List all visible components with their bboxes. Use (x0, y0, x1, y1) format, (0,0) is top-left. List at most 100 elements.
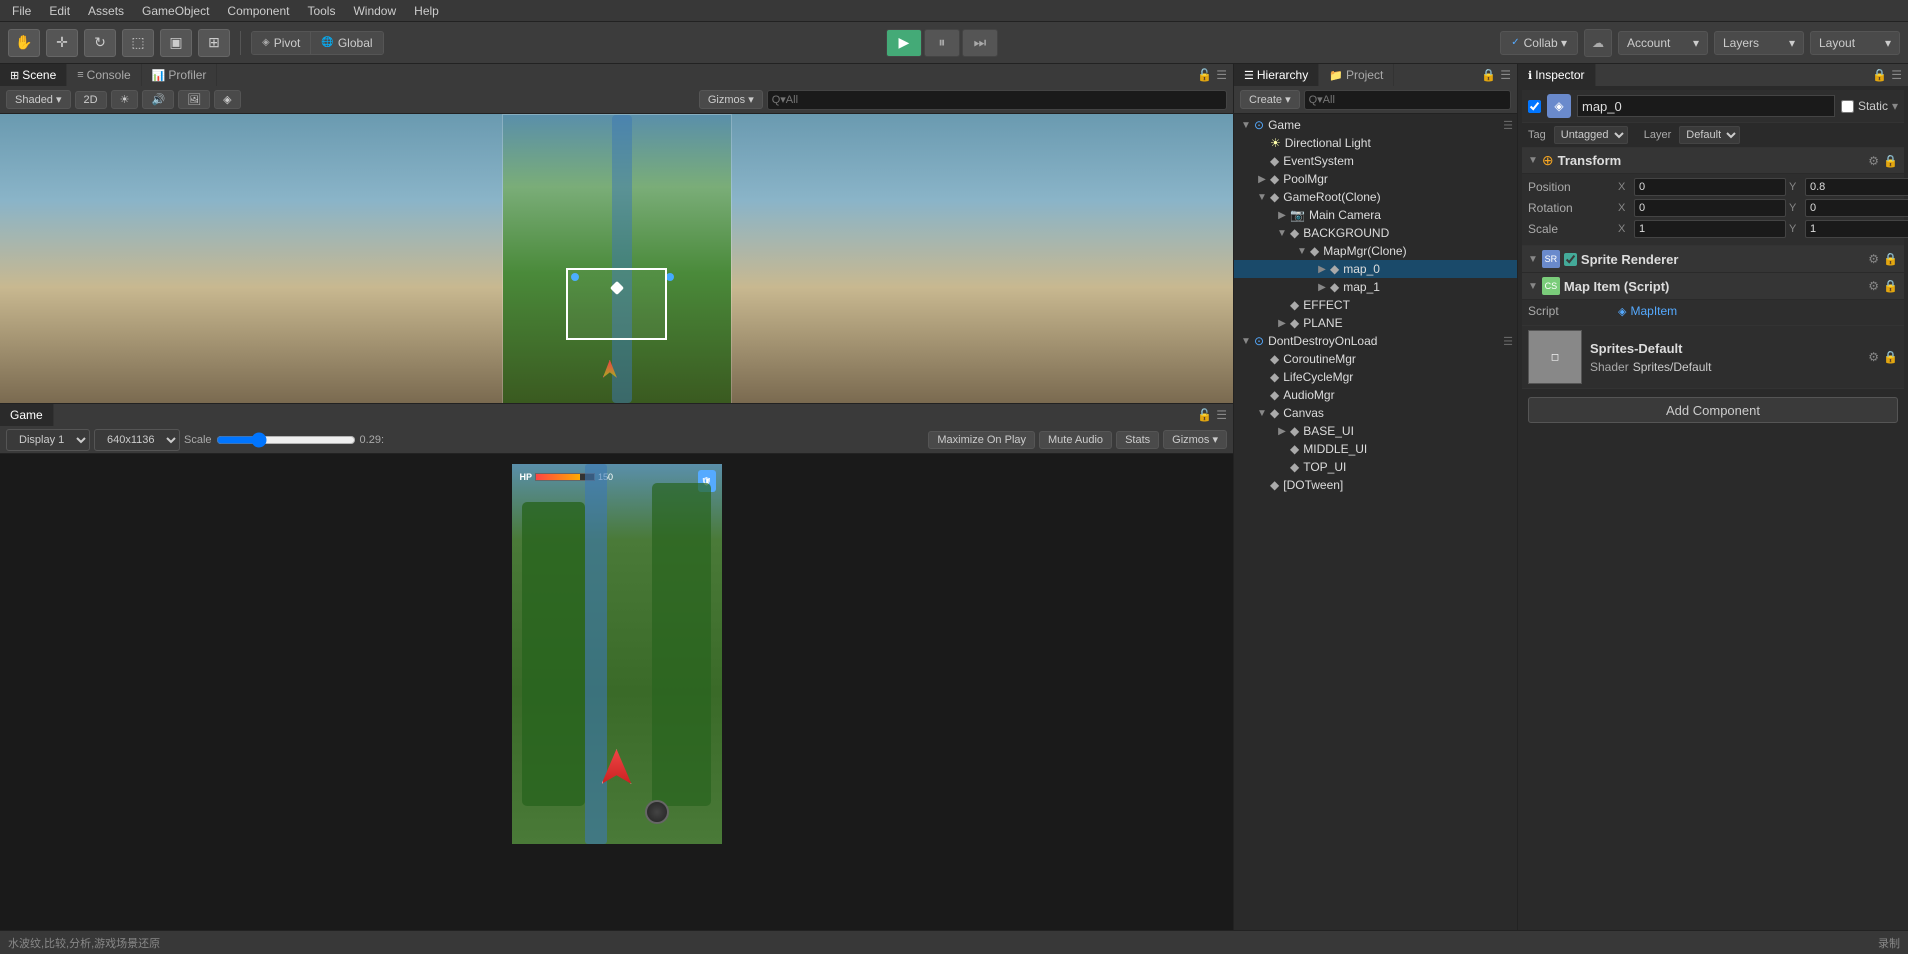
collab-button[interactable]: ✓ Collab ▾ (1500, 31, 1578, 55)
scene-menu-icon[interactable]: ☰ (1216, 68, 1227, 82)
create-btn[interactable]: Create ▾ (1240, 90, 1300, 109)
global-btn[interactable]: 🌐 Global (311, 32, 382, 54)
tab-inspector[interactable]: ℹ Inspector (1518, 64, 1596, 86)
account-dropdown[interactable]: Account ▾ (1618, 31, 1708, 55)
transform-tool[interactable]: ⊞ (198, 29, 230, 57)
arrow-poolmgr[interactable]: ▶ (1254, 174, 1270, 185)
map-item-settings-icon[interactable]: ⚙ (1868, 279, 1879, 293)
scene-search[interactable] (767, 90, 1227, 110)
menu-component[interactable]: Component (219, 2, 297, 20)
arrow-background[interactable]: ▼ (1274, 228, 1290, 239)
pivot-btn[interactable]: ◈ Pivot (252, 32, 311, 54)
scene-extra-btn[interactable]: ◈ (214, 90, 240, 109)
hierarchy-item-lifecyclemgr[interactable]: ◆ LifeCycleMgr (1234, 368, 1517, 386)
hierarchy-search[interactable] (1304, 90, 1511, 110)
gizmos-dropdown[interactable]: Gizmos ▾ (699, 90, 763, 109)
tab-scene[interactable]: ⊞ Scene (0, 64, 67, 86)
2d-button[interactable]: 2D (75, 91, 107, 109)
object-active-checkbox[interactable] (1528, 100, 1541, 113)
move-tool[interactable]: ✛ (46, 29, 78, 57)
stats-btn[interactable]: Stats (1116, 431, 1159, 449)
pause-button[interactable]: ⏸ (924, 29, 960, 57)
display-select[interactable]: Display 1 (6, 429, 90, 451)
hierarchy-item-canvas[interactable]: ▼ ◆ Canvas (1234, 404, 1517, 422)
sprite-renderer-header[interactable]: ▼ SR Sprite Renderer ⚙ 🔒 (1522, 246, 1904, 273)
add-component-button[interactable]: Add Component (1528, 397, 1898, 423)
hierarchy-item-top-ui[interactable]: ◆ TOP_UI (1234, 458, 1517, 476)
hierarchy-item-directional-light[interactable]: ☀ Directional Light (1234, 134, 1517, 152)
arrow-plane[interactable]: ▶ (1274, 318, 1290, 329)
resolution-select[interactable]: 640x1136 (94, 429, 180, 451)
transform-settings-icon[interactable]: ⚙ (1868, 154, 1879, 168)
scale-x-input[interactable] (1634, 220, 1786, 238)
scale-tool[interactable]: ⬚ (122, 29, 154, 57)
transform-header[interactable]: ▼ ⊕ Transform ⚙ 🔒 (1522, 148, 1904, 174)
tag-select[interactable]: Untagged (1554, 126, 1628, 144)
hierarchy-item-map1[interactable]: ▶ ◆ map_1 (1234, 278, 1517, 296)
arrow-dontdestroy[interactable]: ▼ (1238, 336, 1254, 347)
layout-dropdown[interactable]: Layout ▾ (1810, 31, 1900, 55)
arrow-game[interactable]: ▼ (1238, 120, 1254, 131)
hierarchy-item-maincamera[interactable]: ▶ 📷 Main Camera (1234, 206, 1517, 224)
script-ref-value[interactable]: MapItem (1630, 304, 1677, 318)
menu-assets[interactable]: Assets (80, 2, 132, 20)
tab-console[interactable]: ≡ Console (67, 64, 141, 86)
static-dropdown-arrow[interactable]: ▾ (1892, 99, 1898, 113)
hierarchy-item-eventsystem[interactable]: ◆ EventSystem (1234, 152, 1517, 170)
hierarchy-item-gameroot[interactable]: ▼ ◆ GameRoot(Clone) (1234, 188, 1517, 206)
rect-tool[interactable]: ▣ (160, 29, 192, 57)
hierarchy-item-dontdestroy[interactable]: ▼ ⊙ DontDestroyOnLoad ☰ (1234, 332, 1517, 350)
maximize-on-play[interactable]: Maximize On Play (928, 431, 1035, 449)
rot-x-input[interactable] (1634, 199, 1786, 217)
arrow-maincamera[interactable]: ▶ (1274, 210, 1290, 221)
scene-fx-btn[interactable]: 🖼 (178, 90, 210, 109)
tab-hierarchy[interactable]: ☰ Hierarchy (1234, 64, 1319, 86)
arrow-map1[interactable]: ▶ (1314, 282, 1330, 293)
tab-project[interactable]: 📁 Project (1319, 64, 1394, 86)
hierarchy-item-map0[interactable]: ▶ ◆ map_0 (1234, 260, 1517, 278)
scene-lights-btn[interactable]: ☀ (111, 90, 139, 109)
hierarchy-item-effect[interactable]: ◆ EFFECT (1234, 296, 1517, 314)
hierarchy-item-mapmgr[interactable]: ▼ ◆ MapMgr(Clone) (1234, 242, 1517, 260)
rot-y-input[interactable] (1805, 199, 1908, 217)
hierarchy-item-audiomgr[interactable]: ◆ AudioMgr (1234, 386, 1517, 404)
tab-profiler[interactable]: 📊 Profiler (142, 64, 218, 86)
sprite-renderer-checkbox[interactable] (1564, 253, 1577, 266)
game-menu-icon[interactable]: ☰ (1216, 408, 1227, 422)
game-gizmos[interactable]: Gizmos ▾ (1163, 430, 1227, 449)
rotate-tool[interactable]: ↻ (84, 29, 116, 57)
step-button[interactable]: ⏭ (962, 29, 998, 57)
hierarchy-content[interactable]: ▼ ⊙ Game ☰ ☀ Directional Light ◆ EventSy… (1234, 114, 1517, 954)
menu-file[interactable]: File (4, 2, 39, 20)
play-button[interactable]: ▶ (886, 29, 922, 57)
hierarchy-item-base-ui[interactable]: ▶ ◆ BASE_UI (1234, 422, 1517, 440)
inspector-menu-icon[interactable]: ☰ (1891, 68, 1902, 82)
layer-select[interactable]: Default (1679, 126, 1740, 144)
handle-tr[interactable] (666, 273, 674, 281)
menu-window[interactable]: Window (345, 2, 404, 20)
hierarchy-item-background[interactable]: ▼ ◆ BACKGROUND (1234, 224, 1517, 242)
arrow-canvas[interactable]: ▼ (1254, 408, 1270, 419)
arrow-mapmgr[interactable]: ▼ (1294, 246, 1310, 257)
menu-tools[interactable]: Tools (299, 2, 343, 20)
menu-edit[interactable]: Edit (41, 2, 78, 20)
tab-game[interactable]: Game (0, 404, 54, 426)
layers-dropdown[interactable]: Layers ▾ (1714, 31, 1804, 55)
hierarchy-item-plane[interactable]: ▶ ◆ PLANE (1234, 314, 1517, 332)
object-name-input[interactable] (1577, 95, 1835, 117)
sprites-default-settings-icon[interactable]: ⚙ (1868, 350, 1879, 364)
scale-slider[interactable] (216, 432, 356, 448)
arrow-map0[interactable]: ▶ (1314, 264, 1330, 275)
hierarchy-item-poolmgr[interactable]: ▶ ◆ PoolMgr (1234, 170, 1517, 188)
static-checkbox[interactable] (1841, 100, 1854, 113)
menu-help[interactable]: Help (406, 2, 447, 20)
hierarchy-item-middle-ui[interactable]: ◆ MIDDLE_UI (1234, 440, 1517, 458)
scale-y-input[interactable] (1805, 220, 1908, 238)
hierarchy-item-coroutinemgr[interactable]: ◆ CoroutineMgr (1234, 350, 1517, 368)
map-item-header[interactable]: ▼ CS Map Item (Script) ⚙ 🔒 (1522, 273, 1904, 300)
pos-x-input[interactable] (1634, 178, 1786, 196)
scene-view[interactable] (0, 114, 1233, 403)
hierarchy-menu-icon[interactable]: ☰ (1500, 68, 1511, 82)
hierarchy-item-dotween[interactable]: ◆ [DOTween] (1234, 476, 1517, 494)
arrow-gameroot[interactable]: ▼ (1254, 192, 1270, 203)
